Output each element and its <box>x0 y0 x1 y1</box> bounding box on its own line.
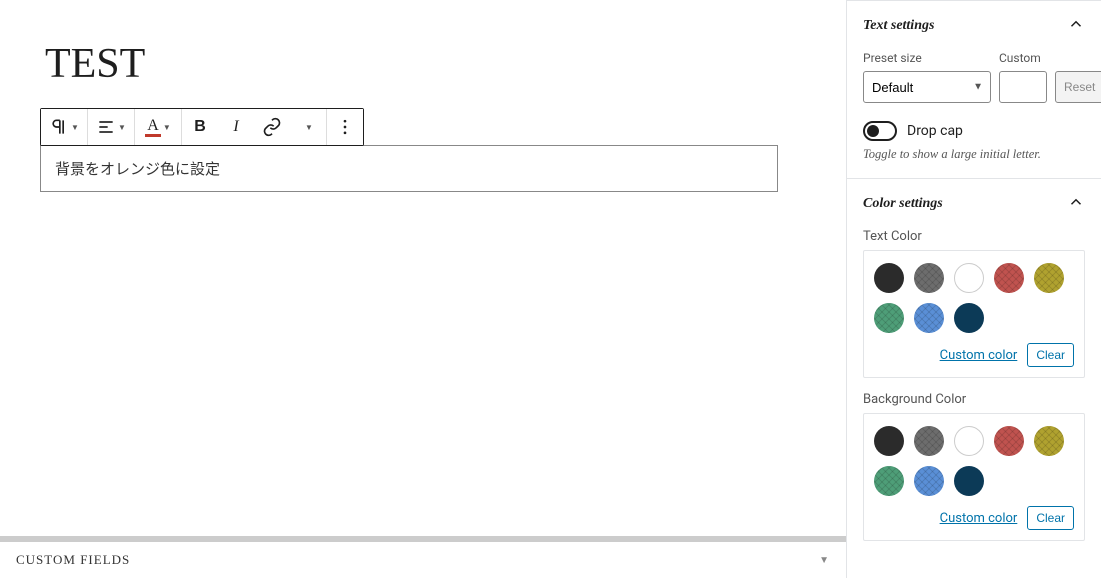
text-color-box: Custom color Clear <box>863 250 1085 378</box>
text-custom-color-link[interactable]: Custom color <box>940 348 1018 363</box>
text-settings-toggle[interactable]: Text settings <box>847 1 1101 51</box>
paragraph-block[interactable]: 背景をオレンジ色に設定 <box>40 145 778 192</box>
text-color-swatch-red[interactable] <box>994 263 1024 293</box>
color-settings-title: Color settings <box>863 196 943 212</box>
text-settings-panel: Text settings Preset size Default ▼ Cust… <box>847 0 1101 178</box>
bg-color-swatch-navy[interactable] <box>954 466 984 496</box>
link-icon <box>262 117 282 137</box>
custom-fields-title: CUSTOM FIELDS <box>16 552 130 568</box>
paragraph-type-button[interactable]: ▼ <box>41 109 87 145</box>
italic-icon: I <box>233 118 238 136</box>
text-color-swatch-green[interactable] <box>874 303 904 333</box>
bg-custom-color-link[interactable]: Custom color <box>940 511 1018 526</box>
bg-color-swatch-red[interactable] <box>994 426 1024 456</box>
preset-size-label: Preset size <box>863 51 991 65</box>
text-color-swatch-navy[interactable] <box>954 303 984 333</box>
dropcap-description: Toggle to show a large initial letter. <box>863 147 1085 162</box>
text-color-clear-button[interactable]: Clear <box>1027 343 1074 367</box>
bg-color-swatch-blue[interactable] <box>914 466 944 496</box>
bg-color-swatch-white[interactable] <box>954 426 984 456</box>
dropcap-toggle[interactable] <box>863 121 897 141</box>
color-settings-panel: Color settings Text Color Custom color C… <box>847 178 1101 571</box>
align-button[interactable]: ▼ <box>88 109 134 145</box>
bg-color-clear-button[interactable]: Clear <box>1027 506 1074 530</box>
block-toolbar: ▼ ▼ A ▼ B I ▼ <box>40 108 364 146</box>
italic-button[interactable]: I <box>218 109 254 145</box>
bg-color-swatch-black[interactable] <box>874 426 904 456</box>
more-vertical-icon <box>335 117 355 137</box>
chevron-down-icon: ▼ <box>819 555 830 566</box>
text-color-swatch-black[interactable] <box>874 263 904 293</box>
bg-color-swatches <box>874 426 1074 496</box>
dropcap-label: Drop cap <box>907 123 963 139</box>
chevron-down-icon: ▼ <box>163 123 171 132</box>
custom-fields-panel: CUSTOM FIELDS ▼ <box>0 536 846 578</box>
text-color-swatch-gray[interactable] <box>914 263 944 293</box>
text-color-swatch-blue[interactable] <box>914 303 944 333</box>
text-color-swatches <box>874 263 1074 333</box>
text-color-icon: A <box>145 118 161 137</box>
bg-color-swatch-olive[interactable] <box>1034 426 1064 456</box>
text-settings-title: Text settings <box>863 18 934 34</box>
text-color-swatch-white[interactable] <box>954 263 984 293</box>
text-color-button[interactable]: A ▼ <box>135 109 181 145</box>
chevron-up-icon <box>1067 193 1085 215</box>
chevron-down-icon: ▼ <box>71 123 79 132</box>
reset-size-button[interactable]: Reset <box>1055 71 1101 103</box>
custom-fields-header[interactable]: CUSTOM FIELDS ▼ <box>0 542 846 578</box>
bold-button[interactable]: B <box>182 109 218 145</box>
pilcrow-icon <box>49 117 69 137</box>
bg-color-box: Custom color Clear <box>863 413 1085 541</box>
chevron-up-icon <box>1067 15 1085 37</box>
settings-sidebar: Text settings Preset size Default ▼ Cust… <box>846 0 1101 578</box>
custom-size-label: Custom <box>999 51 1047 65</box>
post-title[interactable]: TEST <box>45 40 806 88</box>
toggle-knob <box>867 125 879 137</box>
editor-main: TEST ▼ ▼ A ▼ B <box>0 0 846 578</box>
chevron-down-icon: ▼ <box>118 123 126 132</box>
more-richtext-button[interactable]: ▼ <box>290 109 326 145</box>
text-color-swatch-olive[interactable] <box>1034 263 1064 293</box>
custom-size-input[interactable] <box>999 71 1047 103</box>
text-color-label: Text Color <box>863 229 1085 244</box>
align-left-icon <box>96 117 116 137</box>
bg-color-swatch-gray[interactable] <box>914 426 944 456</box>
preset-size-select[interactable]: Default <box>863 71 991 103</box>
bold-icon: B <box>194 118 206 136</box>
bg-color-swatch-green[interactable] <box>874 466 904 496</box>
more-options-button[interactable] <box>327 109 363 145</box>
chevron-down-icon: ▼ <box>305 123 313 132</box>
color-settings-toggle[interactable]: Color settings <box>847 179 1101 229</box>
link-button[interactable] <box>254 109 290 145</box>
bg-color-label: Background Color <box>863 392 1085 407</box>
editor-canvas: TEST ▼ ▼ A ▼ B <box>0 0 846 578</box>
